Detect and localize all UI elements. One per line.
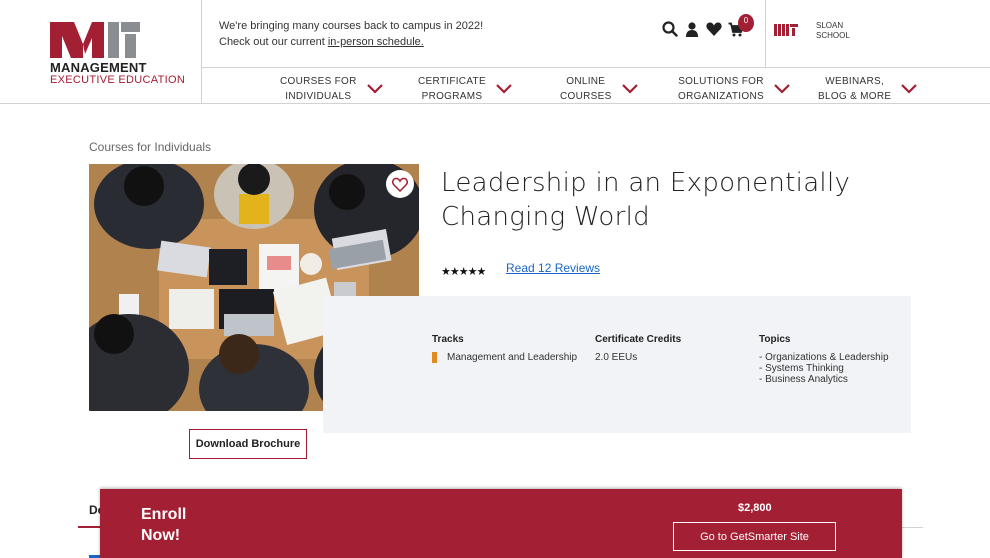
announcement-prefix: Check out our current — [219, 36, 328, 48]
credits-heading: Certificate Credits — [595, 334, 682, 345]
in-person-schedule-link[interactable]: in-person schedule. — [328, 36, 424, 48]
mit-sloan-logo[interactable]: SLOAN SCHOOL — [765, 0, 990, 67]
download-brochure-button[interactable]: Download Brochure — [189, 429, 307, 459]
topics-heading: Topics — [759, 334, 791, 345]
go-to-getsmarter-button[interactable]: Go to GetSmarter Site — [673, 522, 836, 551]
heart-outline-icon — [392, 177, 408, 192]
site-header: MANAGEMENT EXECUTIVE EDUCATION We're bri… — [0, 0, 990, 104]
search-icon[interactable] — [662, 20, 678, 38]
mit-management-logo[interactable]: MANAGEMENT EXECUTIVE EDUCATION — [0, 0, 202, 104]
breadcrumb[interactable]: Courses for Individuals — [89, 140, 211, 154]
mit-sloan-mark-icon — [774, 24, 798, 36]
read-reviews-link[interactable]: Read 12 Reviews — [506, 261, 600, 275]
enroll-now-label: Enroll Now! — [141, 506, 187, 544]
wishlist-heart-icon[interactable] — [706, 20, 722, 38]
main-navigation: COURSES FOR INDIVIDUALS CERTIFICATE PROGRA… — [202, 68, 990, 104]
course-price: $2,800 — [738, 502, 772, 514]
enroll-bar: Enroll Now! $2,800 Go to GetSmarter Site — [100, 489, 902, 558]
user-icon[interactable] — [684, 20, 700, 38]
favorite-button[interactable] — [386, 170, 414, 198]
chevron-down-icon — [901, 84, 918, 94]
nav-certificate-programs[interactable]: CERTIFICATE PROGRAMS — [418, 74, 512, 104]
credits-column: Certificate Credits 2.0 EEUs — [595, 334, 681, 363]
tracks-heading: Tracks — [432, 334, 464, 345]
chevron-down-icon — [774, 84, 790, 94]
logo-executive-education-text: EXECUTIVE EDUCATION — [50, 74, 186, 86]
course-info-panel: Tracks Management and Leadership Certifi… — [323, 296, 911, 433]
sloan-school-text: SLOAN SCHOOL — [816, 21, 850, 40]
chevron-down-icon — [621, 84, 638, 94]
nav-webinars-blog-more[interactable]: WEBINARS, BLOG & MORE — [818, 74, 918, 104]
cart-icon[interactable]: 0 — [728, 14, 754, 38]
tracks-column: Tracks Management and Leadership — [432, 334, 577, 363]
logo-management-text: MANAGEMENT — [50, 60, 147, 75]
credits-value: 2.0 EEUs — [595, 352, 638, 363]
course-title: Leadership in an Exponentially Changing … — [441, 168, 851, 232]
topic-item: - Business Analytics — [759, 374, 848, 385]
nav-online-courses[interactable]: ONLINE COURSES — [560, 74, 638, 104]
announcement-banner: We're bringing many courses back to camp… — [219, 18, 483, 50]
chevron-down-icon — [366, 84, 383, 94]
rating-stars: ★★★★★ — [441, 265, 486, 278]
track-value[interactable]: Management and Leadership — [432, 352, 577, 363]
mit-logo-icon — [50, 22, 140, 58]
topics-column: Topics - Organizations & Leadership - Sy… — [759, 334, 889, 385]
header-icons: 0 — [662, 14, 754, 40]
announcement-text: We're bringing many courses back to camp… — [219, 20, 484, 32]
chevron-down-icon — [496, 84, 512, 94]
topic-item: - Systems Thinking — [759, 363, 844, 374]
cart-count-badge: 0 — [738, 14, 754, 32]
nav-solutions-for-organizations[interactable]: SOLUTIONS FOR ORGANIZATIONS — [678, 74, 790, 104]
topic-item: - Organizations & Leadership — [759, 352, 889, 363]
nav-courses-for-individuals[interactable]: COURSES FOR INDIVIDUALS — [280, 74, 383, 104]
